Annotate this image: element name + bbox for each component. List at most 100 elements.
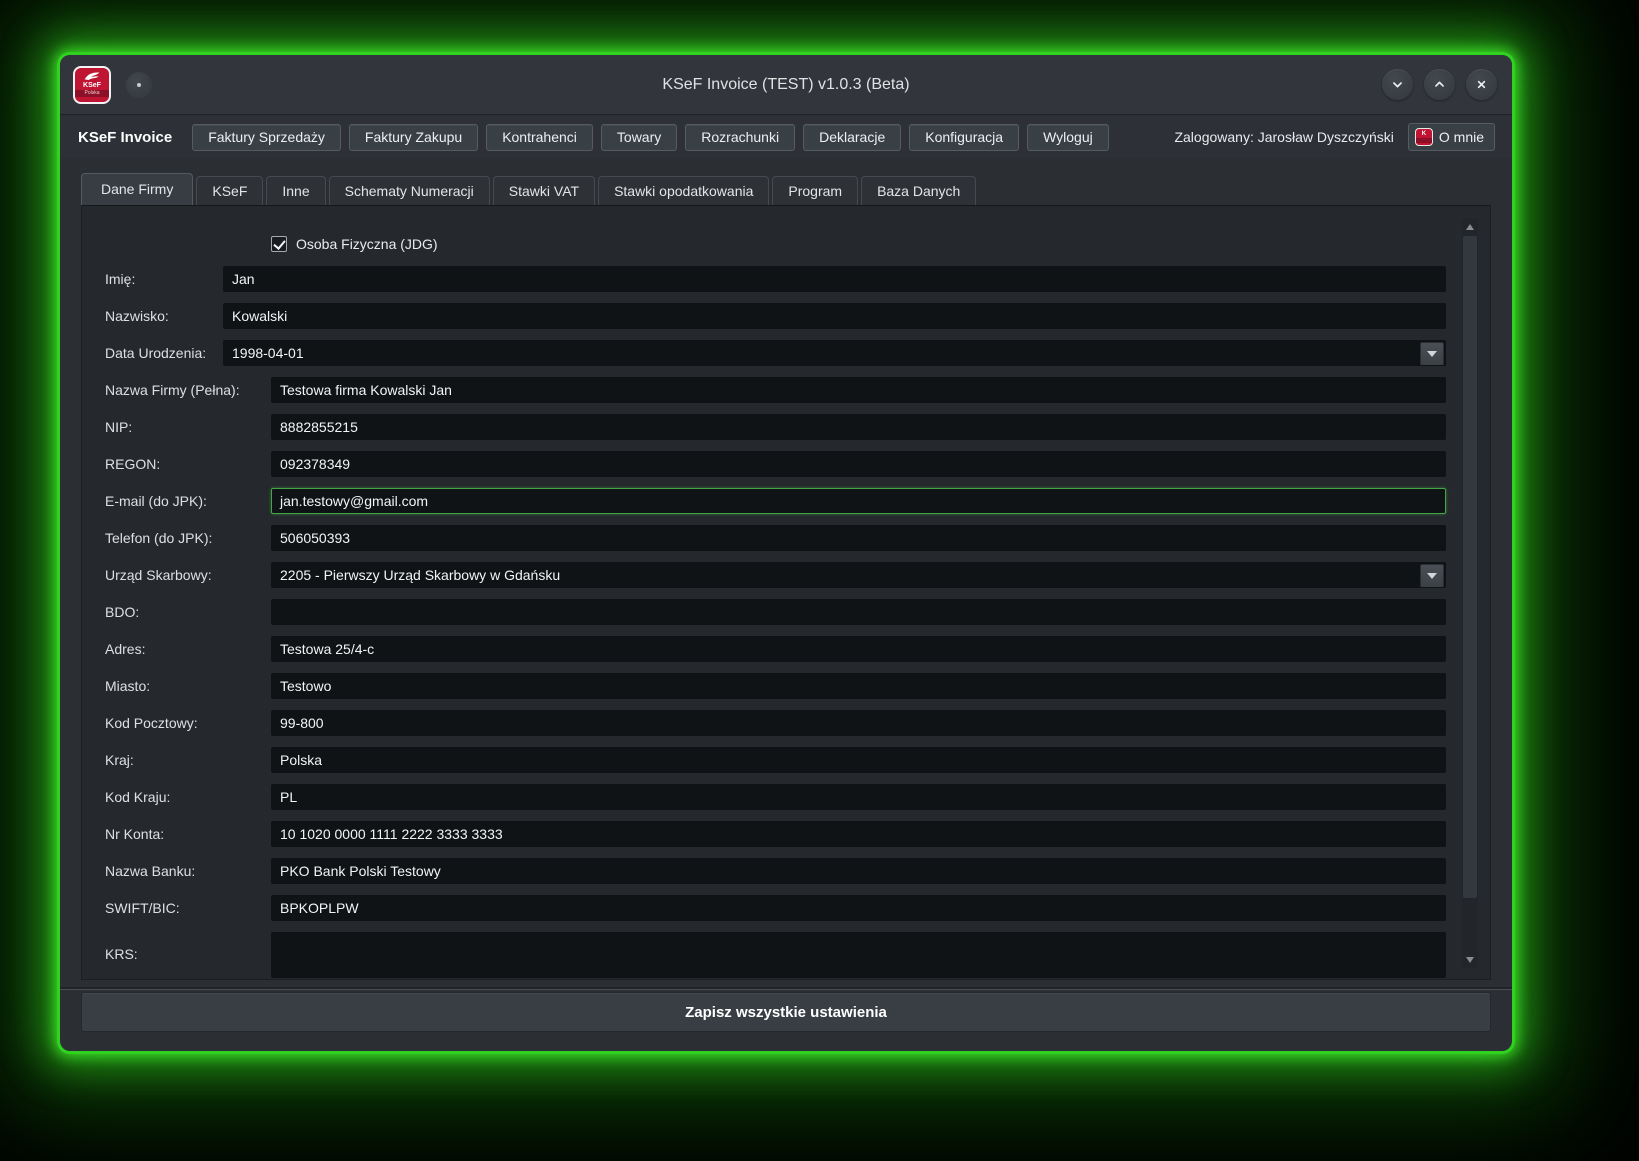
tab-program[interactable]: Program [772,176,858,205]
nav-rozrachunki-button[interactable]: Rozrachunki [685,124,795,151]
tab-ksef[interactable]: KSeF [196,176,263,205]
miasto-field[interactable]: Testowo [271,673,1446,699]
form-row: E-mail (do JPK): jan.testowy@gmail.com [105,488,1446,514]
save-all-settings-label: Zapisz wszystkie ustawienia [685,1004,887,1021]
form-row: Data Urodzenia: 1998-04-01 [105,340,1446,366]
data-urodzenia-field[interactable]: 1998-04-01 [223,340,1446,366]
kraj-field[interactable]: Polska [271,747,1446,773]
form-row: Miasto: Testowo [105,673,1446,699]
miasto-label: Miasto: [105,678,271,694]
bdo-field[interactable] [271,599,1446,625]
bdo-label: BDO: [105,604,271,620]
form-row: Kraj: Polska [105,747,1446,773]
osoba-fizyczna-label: Osoba Fizyczna (JDG) [296,236,438,252]
tab-inne[interactable]: Inne [266,176,325,205]
nazwisko-label: Nazwisko: [105,308,223,324]
form-row: SWIFT/BIC: BPKOPLPW [105,895,1446,921]
save-all-settings-button[interactable]: Zapisz wszystkie ustawienia [81,992,1491,1032]
titlebar-extra-button[interactable] [126,72,152,98]
vertical-scrollbar[interactable] [1462,219,1478,968]
maximize-button[interactable] [1424,69,1455,100]
imie-field[interactable]: Jan [223,266,1446,292]
nav-faktury-zakupu-button[interactable]: Faktury Zakupu [349,124,478,151]
osoba-fizyczna-checkbox[interactable] [271,236,287,252]
telefon-label: Telefon (do JPK): [105,530,271,546]
tab-stawki-vat[interactable]: Stawki VAT [493,176,595,205]
form-row: Telefon (do JPK): 506050393 [105,525,1446,551]
ksef-mini-icon: K [1415,128,1433,146]
regon-field[interactable]: 092378349 [271,451,1446,477]
window-title: KSeF Invoice (TEST) v1.0.3 (Beta) [60,76,1512,94]
close-icon [1473,76,1490,93]
brand-label: KSeF Invoice [78,129,172,146]
email-field[interactable]: jan.testowy@gmail.com [271,488,1446,514]
urzad-skarbowy-value: 2205 - Pierwszy Urząd Skarbowy w Gdańsku [280,567,560,583]
form-row: REGON: 092378349 [105,451,1446,477]
form-row: Nazwa Firmy (Pełna): Testowa firma Kowal… [105,377,1446,403]
telefon-field[interactable]: 506050393 [271,525,1446,551]
app-logo-icon: KSeF Polska [73,66,111,104]
scroll-up-button[interactable] [1462,219,1478,235]
dropdown-arrow-icon [1427,573,1437,579]
kod-kraju-field[interactable]: PL [271,784,1446,810]
data-urodzenia-dropdown-button[interactable] [1420,342,1444,366]
app-logo-subtitle: Polska [75,90,109,97]
osoba-fizyczna-row: Osoba Fizyczna (JDG) [271,235,1446,252]
tab-dane-firmy[interactable]: Dane Firmy [81,173,193,205]
nazwa-firmy-field[interactable]: Testowa firma Kowalski Jan [271,377,1446,403]
data-urodzenia-value: 1998-04-01 [232,345,304,361]
desktop-background: KSeF Polska KSeF Invoice (TEST) v1.0.3 (… [0,0,1639,1161]
krs-field[interactable] [271,932,1446,978]
nr-konta-field[interactable]: 10 1020 0000 1111 2222 3333 3333 [271,821,1446,847]
window-controls [1382,69,1497,100]
kod-pocztowy-field[interactable]: 99-800 [271,710,1446,736]
imie-label: Imię: [105,271,223,287]
nav-towary-button[interactable]: Towary [601,124,677,151]
title-bar[interactable]: KSeF Polska KSeF Invoice (TEST) v1.0.3 (… [60,55,1512,115]
kraj-label: Kraj: [105,752,271,768]
form-row: KRS: [105,932,1446,976]
about-me-label: O mnie [1439,129,1484,145]
email-label: E-mail (do JPK): [105,493,271,509]
main-nav: KSeF Invoice Faktury Sprzedaży Faktury Z… [60,116,1512,158]
form-row: Nr Konta: 10 1020 0000 1111 2222 3333 33… [105,821,1446,847]
adres-label: Adres: [105,641,271,657]
logged-in-label: Zalogowany: Jarosław Dyszczyński [1174,129,1393,145]
tab-schematy-numeracji[interactable]: Schematy Numeracji [329,176,490,205]
urzad-skarbowy-field[interactable]: 2205 - Pierwszy Urząd Skarbowy w Gdańsku [271,562,1446,588]
nazwisko-field[interactable]: Kowalski [223,303,1446,329]
adres-field[interactable]: Testowa 25/4-c [271,636,1446,662]
nav-faktury-sprzedazy-button[interactable]: Faktury Sprzedaży [192,124,341,151]
scroll-down-button[interactable] [1462,952,1478,968]
nav-deklaracje-button[interactable]: Deklaracje [803,124,901,151]
nazwa-banku-field[interactable]: PKO Bank Polski Testowy [271,858,1446,884]
dropdown-arrow-icon [1427,351,1437,357]
scrollbar-thumb[interactable] [1463,236,1477,898]
mini-logo-text: K [1422,131,1426,138]
nip-field[interactable]: 8882855215 [271,414,1446,440]
dane-firmy-panel: Osoba Fizyczna (JDG) Imię: Jan Nazwisko:… [81,205,1491,980]
regon-label: REGON: [105,456,271,472]
close-button[interactable] [1466,69,1497,100]
form-row: Adres: Testowa 25/4-c [105,636,1446,662]
form-row: Imię: Jan [105,266,1446,292]
minimize-button[interactable] [1382,69,1413,100]
app-logo-text: KSeF [83,82,101,90]
chevron-up-icon [1431,76,1448,93]
nazwa-banku-label: Nazwa Banku: [105,863,271,879]
form-row: Urząd Skarbowy: 2205 - Pierwszy Urząd Sk… [105,562,1446,588]
urzad-skarbowy-label: Urząd Skarbowy: [105,567,271,583]
nr-konta-label: Nr Konta: [105,826,271,842]
nav-konfiguracja-button[interactable]: Konfiguracja [909,124,1019,151]
tab-baza-danych[interactable]: Baza Danych [861,176,976,205]
urzad-skarbowy-dropdown-button[interactable] [1420,564,1444,588]
tab-stawki-opodatkowania[interactable]: Stawki opodatkowania [598,176,769,205]
company-form: Osoba Fizyczna (JDG) Imię: Jan Nazwisko:… [82,206,1490,976]
app-window: KSeF Polska KSeF Invoice (TEST) v1.0.3 (… [60,55,1512,1051]
swift-bic-field[interactable]: BPKOPLPW [271,895,1446,921]
nip-label: NIP: [105,419,271,435]
data-urodzenia-label: Data Urodzenia: [105,345,223,361]
nav-kontrahenci-button[interactable]: Kontrahenci [486,124,593,151]
nav-wyloguj-button[interactable]: Wyloguj [1027,124,1109,151]
about-me-button[interactable]: K O mnie [1408,123,1495,151]
